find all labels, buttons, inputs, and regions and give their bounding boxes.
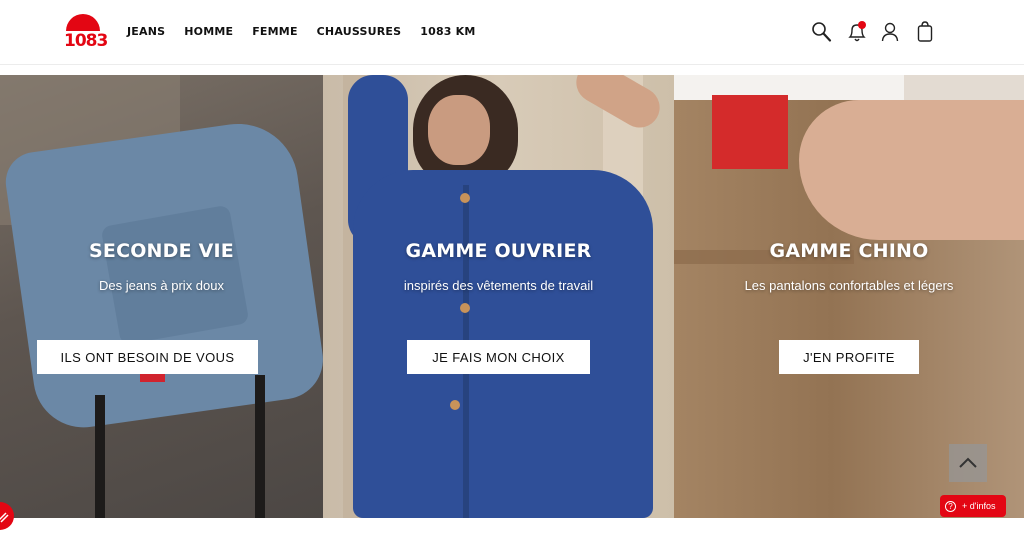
button-shape: [450, 400, 460, 410]
label-tag: [712, 95, 788, 169]
panel-subtitle: Des jeans à prix doux: [98, 278, 224, 293]
button-shape: [460, 303, 470, 313]
header-icons: [0, 20, 1024, 46]
hero-panel-seconde-vie[interactable]: SECONDE VIE Des jeans à prix doux ILS ON…: [0, 75, 323, 518]
panel-subtitle: inspirés des vêtements de travail: [403, 278, 594, 293]
white-shirt-shape: [674, 75, 904, 100]
stool-leg-shape: [95, 395, 105, 518]
notification-dot: [858, 21, 866, 29]
side-badge-button[interactable]: [0, 502, 14, 530]
more-info-label: + d'infos: [962, 501, 996, 511]
hand-shape: [799, 100, 1024, 240]
site-header: 1083 JEANS HOMME FEMME CHAUSSURES 1083 K…: [0, 0, 1024, 65]
panel-title: GAMME OUVRIER: [405, 240, 592, 262]
panel-title: GAMME CHINO: [769, 240, 929, 262]
chevron-up-icon: [959, 457, 977, 468]
panel-subtitle: Les pantalons confortables et légers: [744, 278, 954, 293]
hero-banner: SECONDE VIE Des jeans à prix doux ILS ON…: [0, 75, 1024, 518]
stool-leg-shape: [255, 375, 265, 518]
bell-icon[interactable]: [846, 20, 868, 44]
je-fais-mon-choix-button[interactable]: JE FAIS MON CHOIX: [407, 340, 590, 374]
hero-panel-gamme-ouvrier[interactable]: GAMME OUVRIER inspirés des vêtements de …: [323, 75, 674, 518]
ils-ont-besoin-de-vous-button[interactable]: ILS ONT BESOIN DE VOUS: [37, 340, 258, 374]
panel-title: SECONDE VIE: [89, 240, 234, 262]
search-icon[interactable]: [811, 20, 833, 44]
more-info-button[interactable]: ? + d'infos: [940, 495, 1006, 517]
jeans-pocket-shape: [100, 204, 250, 346]
button-shape: [460, 193, 470, 203]
stripes-icon: [0, 512, 9, 523]
scroll-to-top-button[interactable]: [949, 444, 987, 482]
j-en-profite-button[interactable]: J'EN PROFITE: [779, 340, 919, 374]
help-icon: ?: [945, 500, 956, 512]
face-shape: [428, 95, 490, 165]
cart-icon[interactable]: [914, 20, 936, 44]
user-icon[interactable]: [879, 20, 901, 44]
